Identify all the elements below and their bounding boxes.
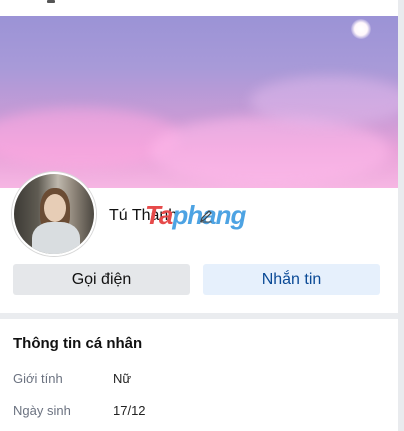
watermark-logo: Taphang [145, 200, 246, 231]
call-button[interactable]: Gọi điện [13, 264, 190, 295]
gender-value: Nữ [113, 371, 132, 386]
gender-label: Giới tính [13, 371, 63, 386]
scrollbar-track[interactable] [398, 0, 404, 431]
cloud [150, 116, 390, 186]
personal-info-title: Thông tin cá nhân [13, 335, 143, 352]
message-button[interactable]: Nhắn tin [203, 264, 380, 295]
cover-photo[interactable] [0, 16, 398, 188]
cloud [250, 76, 398, 126]
edit-name-icon[interactable] [199, 209, 213, 223]
watermark-part-1: Ta [145, 200, 173, 230]
avatar-face [44, 194, 66, 222]
avatar[interactable] [12, 172, 96, 256]
top-bar [0, 0, 404, 16]
avatar-body [32, 222, 80, 254]
header-fragment [47, 0, 55, 3]
birthday-value: 17/12 [113, 403, 146, 418]
birthday-label: Ngày sinh [13, 403, 71, 418]
moon [351, 19, 371, 39]
section-divider [0, 313, 398, 319]
